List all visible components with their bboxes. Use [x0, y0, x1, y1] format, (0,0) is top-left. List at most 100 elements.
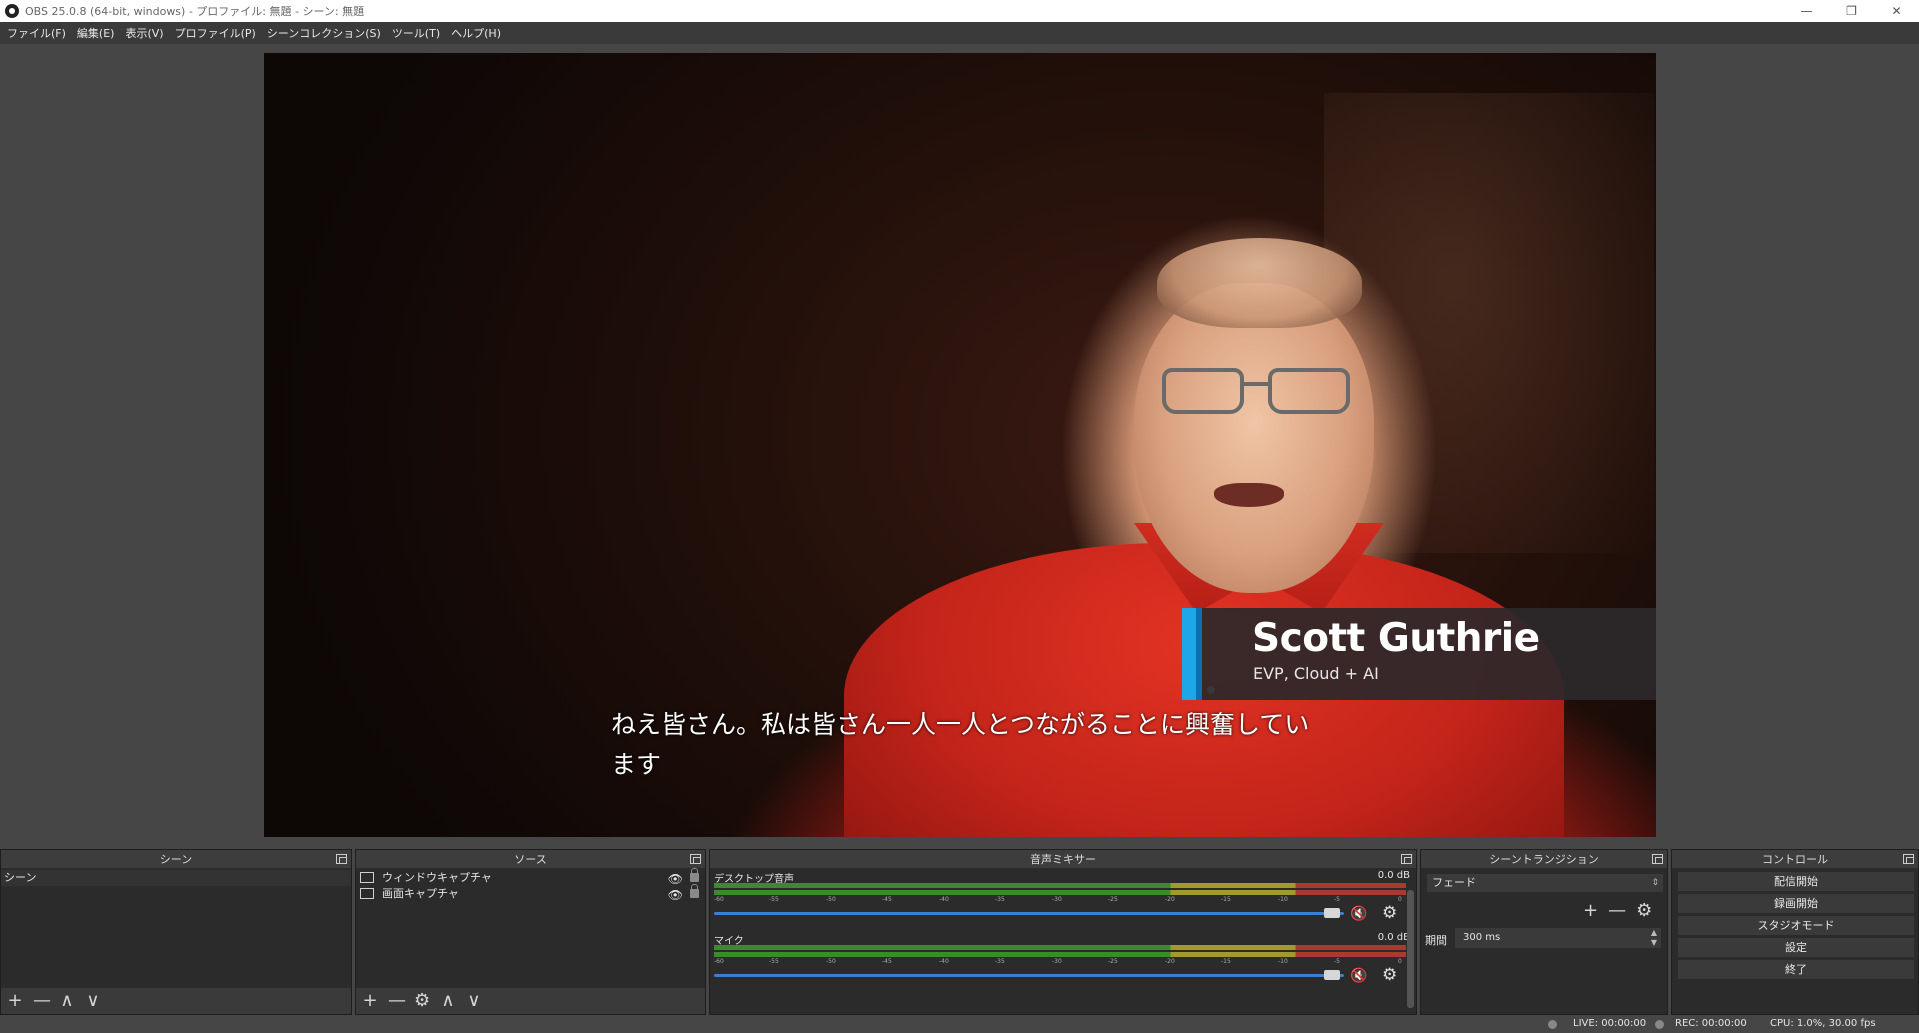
muted-speaker-icon[interactable]: 🔇: [1350, 906, 1367, 922]
live-timer: LIVE: 00:00:00: [1573, 1018, 1647, 1029]
transition-tools: + — ⚙: [1583, 900, 1652, 921]
lower-third-name: Scott Guthrie: [1252, 616, 1540, 661]
window-title: OBS 25.0.8 (64-bit, windows) - プロファイル: 無…: [25, 5, 365, 18]
lock-icon[interactable]: [690, 884, 699, 898]
gear-icon[interactable]: ⚙: [1382, 965, 1397, 985]
tick-label: -15: [1221, 958, 1231, 965]
tick-label: -25: [1108, 958, 1118, 965]
restore-button[interactable]: ❐: [1829, 0, 1874, 22]
mixer-header: 音声ミキサー: [710, 850, 1416, 868]
volume-meter: [714, 945, 1406, 950]
tick-label: -60: [714, 896, 724, 903]
undock-icon[interactable]: [690, 854, 701, 864]
tick-label: -10: [1278, 958, 1288, 965]
tick-label: -45: [882, 958, 892, 965]
tick-label: 0: [1398, 958, 1402, 965]
menu-view[interactable]: 表示(V): [122, 25, 171, 41]
controls-dock: コントロール 配信開始 録画開始 スタジオモード 設定 終了: [1671, 849, 1919, 1015]
title-bar: OBS 25.0.8 (64-bit, windows) - プロファイル: 無…: [0, 0, 1919, 22]
audio-mixer-dock: 音声ミキサー デスクトップ音声 0.0 dB -60 -55 -50 -45 -…: [709, 849, 1417, 1015]
speaker-face: [1134, 283, 1374, 593]
tick-label: -20: [1165, 896, 1175, 903]
tick-label: -60: [714, 958, 724, 965]
duration-spinbox[interactable]: 300 ms ▲ ▼: [1455, 928, 1661, 948]
spin-arrows-icon[interactable]: ▲ ▼: [1651, 928, 1657, 948]
scene-list-item[interactable]: シーン: [1, 870, 351, 886]
preview-canvas[interactable]: Scott Guthrie EVP, Cloud + AI ねえ皆さん。私は皆さ…: [264, 53, 1656, 837]
menu-edit[interactable]: 編集(E): [74, 25, 123, 41]
scenes-body: シーン + — ∧ ∨: [1, 868, 351, 1014]
remove-transition-button[interactable]: —: [1608, 900, 1626, 921]
sources-toolbar: + — ⚙ ∧ ∨: [356, 988, 705, 1014]
close-button[interactable]: ✕: [1874, 0, 1919, 22]
tick-label: -35: [995, 958, 1005, 965]
transitions-title: シーントランジション: [1489, 853, 1599, 866]
mixer-scrollbar[interactable]: [1407, 890, 1414, 1008]
volume-slider[interactable]: [714, 912, 1344, 915]
move-source-up-button[interactable]: ∧: [440, 992, 456, 1010]
start-streaming-button[interactable]: 配信開始: [1678, 872, 1914, 891]
minimize-button[interactable]: —: [1784, 0, 1829, 22]
tick-label: -50: [826, 896, 836, 903]
live-broadcast-icon: [1548, 1020, 1557, 1029]
caption-line-2: ます: [611, 750, 662, 779]
undock-icon[interactable]: [1401, 854, 1412, 864]
glasses-lens-right: [1268, 368, 1350, 414]
monitor-icon: [360, 888, 374, 899]
menu-file[interactable]: ファイル(F): [4, 25, 74, 41]
source-row[interactable]: 画面キャプチャ 👁: [356, 884, 705, 903]
move-scene-up-button[interactable]: ∧: [59, 992, 75, 1010]
remove-source-button[interactable]: —: [388, 992, 406, 1010]
volume-slider-handle[interactable]: [1324, 908, 1340, 918]
volume-slider[interactable]: [714, 974, 1344, 977]
visibility-eye-icon[interactable]: 👁: [668, 871, 683, 887]
tick-label: -30: [1052, 958, 1062, 965]
undock-icon[interactable]: [336, 854, 347, 864]
cpu-fps: CPU: 1.0%, 30.00 fps: [1770, 1018, 1876, 1029]
settings-button[interactable]: 設定: [1678, 938, 1914, 957]
lower-third-role: EVP, Cloud + AI: [1253, 664, 1379, 683]
gear-icon[interactable]: ⚙: [1382, 903, 1397, 923]
rec-timer: REC: 00:00:00: [1675, 1018, 1747, 1029]
mixer-channel-mic: マイク 0.0 dB -60 -55 -50 -45 -40 -35 -30 -…: [710, 930, 1410, 992]
tick-label: -55: [769, 896, 779, 903]
menu-bar: ファイル(F) 編集(E) 表示(V) プロファイル(P) シーンコレクション(…: [0, 22, 1919, 44]
start-recording-button[interactable]: 録画開始: [1678, 894, 1914, 913]
add-transition-button[interactable]: +: [1583, 900, 1598, 921]
studio-mode-button[interactable]: スタジオモード: [1678, 916, 1914, 935]
visibility-eye-icon[interactable]: 👁: [668, 887, 683, 903]
add-source-button[interactable]: +: [362, 992, 378, 1010]
move-scene-down-button[interactable]: ∨: [85, 992, 101, 1010]
menu-profile[interactable]: プロファイル(P): [172, 25, 264, 41]
transition-select[interactable]: フェード ⇕: [1427, 874, 1663, 892]
remove-scene-button[interactable]: —: [33, 992, 51, 1010]
tick-label: 0: [1398, 896, 1402, 903]
undock-icon[interactable]: [1652, 854, 1663, 864]
channel-db: 0.0 dB: [1377, 932, 1410, 943]
muted-speaker-icon[interactable]: 🔇: [1350, 968, 1367, 984]
transition-properties-gear-icon[interactable]: ⚙: [1636, 900, 1652, 921]
window-controls: — ❐ ✕: [1784, 0, 1919, 22]
lock-icon[interactable]: [690, 868, 699, 882]
add-scene-button[interactable]: +: [7, 992, 23, 1010]
menu-tools[interactable]: ツール(T): [389, 25, 448, 41]
source-properties-button[interactable]: ⚙: [414, 992, 430, 1010]
scenes-title: シーン: [159, 853, 193, 866]
tick-label: -35: [995, 896, 1005, 903]
meter-ticks: -60 -55 -50 -45 -40 -35 -30 -25 -20 -15 …: [714, 896, 1406, 908]
exit-button[interactable]: 終了: [1678, 960, 1914, 979]
menu-help[interactable]: ヘルプ(H): [448, 25, 509, 41]
source-label: 画面キャプチャ: [382, 887, 459, 900]
undock-icon[interactable]: [1903, 854, 1914, 864]
move-source-down-button[interactable]: ∨: [466, 992, 482, 1010]
volume-meter: [714, 952, 1406, 957]
menu-scene-collection[interactable]: シーンコレクション(S): [264, 25, 389, 41]
tick-label: -40: [939, 958, 949, 965]
channel-db: 0.0 dB: [1377, 870, 1410, 881]
rec-dot-icon: [1655, 1020, 1664, 1029]
obs-window: OBS 25.0.8 (64-bit, windows) - プロファイル: 無…: [0, 0, 1919, 1033]
volume-slider-handle[interactable]: [1324, 970, 1340, 980]
chevron-updown-icon: ⇕: [1651, 878, 1659, 888]
duration-label: 期間: [1425, 934, 1447, 947]
source-row[interactable]: ウィンドウキャプチャ 👁: [356, 868, 705, 887]
